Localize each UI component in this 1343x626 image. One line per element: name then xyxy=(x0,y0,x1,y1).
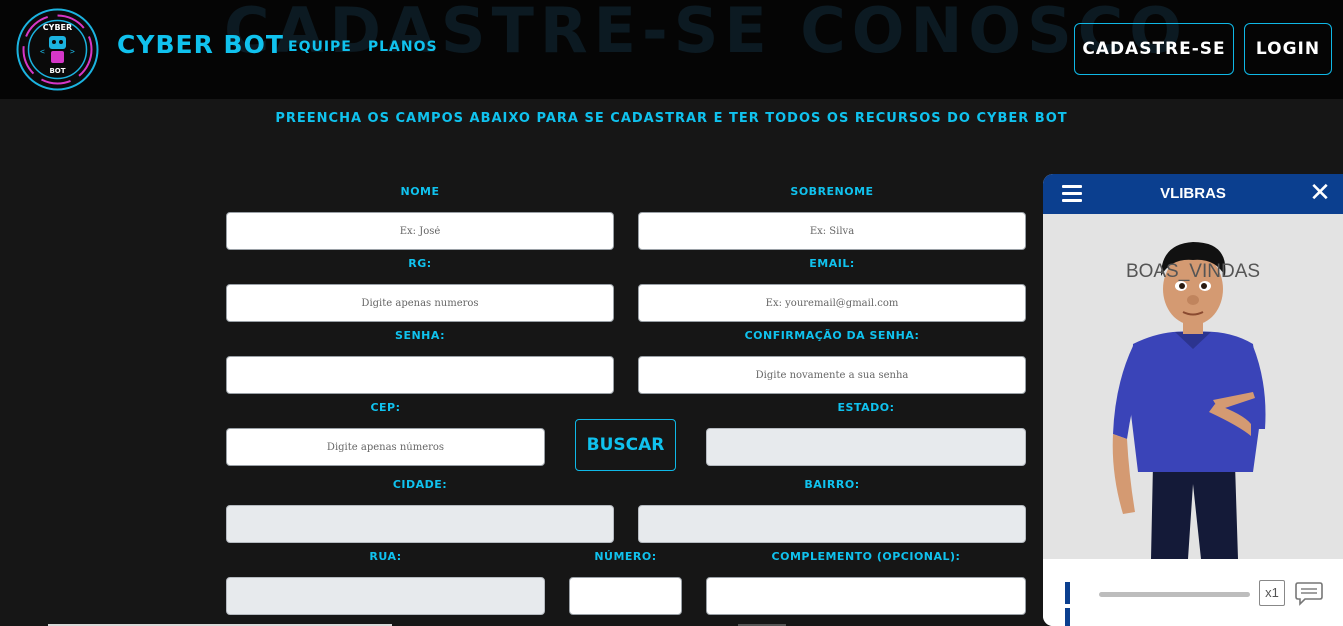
close-icon[interactable]: ✕ xyxy=(1309,180,1331,206)
confirmacao-senha-field[interactable] xyxy=(638,356,1026,394)
vlibras-stage: BOAS_VINDAS xyxy=(1043,214,1343,559)
nav-planos[interactable]: PLANOS xyxy=(368,39,438,55)
bairro-field xyxy=(638,505,1026,543)
confirmacao-label: CONFIRMAÇÃO DA SENHA: xyxy=(744,329,920,342)
estado-label: ESTADO: xyxy=(837,401,895,414)
speed-button[interactable]: x1 xyxy=(1259,580,1285,606)
email-label: EMAIL: xyxy=(809,257,855,270)
subtitles-icon[interactable] xyxy=(1295,580,1323,606)
header: Cadastre-se conosco < > CYBER BOT CYBER … xyxy=(0,0,1343,99)
complemento-label: COMPLEMENTO (OPCIONAL): xyxy=(771,550,961,563)
estado-field xyxy=(706,428,1026,466)
senha-label: SENHA: xyxy=(395,329,445,342)
rua-field xyxy=(226,577,545,615)
cidade-field xyxy=(226,505,614,543)
nav-equipe[interactable]: EQUIPE xyxy=(288,39,352,55)
numero-label: NÚMERO: xyxy=(594,550,657,563)
vlibras-widget: VLIBRAS ✕ BOAS_VINDAS x1 xyxy=(1043,174,1343,626)
sobrenome-label: SOBRENOME xyxy=(790,185,874,198)
svg-text:>: > xyxy=(70,47,75,56)
cadastre-button[interactable]: CADASTRE-SE xyxy=(1074,23,1234,75)
svg-text:<: < xyxy=(40,47,45,56)
cyber-bot-logo[interactable]: < > CYBER BOT xyxy=(16,8,99,91)
rua-label: RUA: xyxy=(369,550,402,563)
page-subtitle: PREENCHA OS CAMPOS ABAIXO PARA SE CADAST… xyxy=(275,111,1068,126)
main-nav: EQUIPE PLANOS xyxy=(288,39,438,55)
rg-field[interactable] xyxy=(226,284,614,322)
vlibras-title: VLIBRAS xyxy=(1160,185,1226,202)
nome-label: NOME xyxy=(400,185,440,198)
cep-label: CEP: xyxy=(370,401,401,414)
numero-field[interactable] xyxy=(569,577,682,615)
logo-top-text: CYBER xyxy=(43,23,72,32)
complemento-field[interactable] xyxy=(706,577,1026,615)
senha-field[interactable] xyxy=(226,356,614,394)
pause-icon[interactable] xyxy=(1065,582,1081,626)
nome-field[interactable] xyxy=(226,212,614,250)
vlibras-sign-word: BOAS_VINDAS xyxy=(1125,261,1261,282)
login-button[interactable]: LOGIN xyxy=(1244,23,1332,75)
buscar-button[interactable]: BUSCAR xyxy=(575,419,676,471)
vlibras-progress-track[interactable] xyxy=(1099,592,1250,597)
header-background-title: Cadastre-se conosco xyxy=(224,0,1188,67)
bairro-label: BAIRRO: xyxy=(804,478,860,491)
email-field[interactable] xyxy=(638,284,1026,322)
brand-name[interactable]: CYBER BOT xyxy=(117,30,284,59)
sobrenome-field[interactable] xyxy=(638,212,1026,250)
cep-field[interactable] xyxy=(226,428,545,466)
cidade-label: CIDADE: xyxy=(392,478,448,491)
logo-bottom-text: BOT xyxy=(49,67,65,75)
rg-label: RG: xyxy=(408,257,432,270)
